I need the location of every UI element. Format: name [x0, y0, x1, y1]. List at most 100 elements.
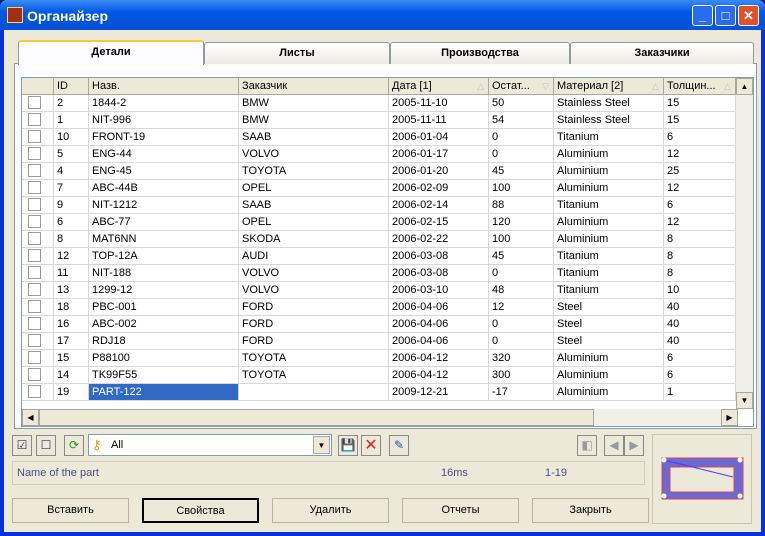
table-cell[interactable]: 40 — [664, 333, 736, 349]
vertical-scrollbar[interactable]: ▲ ▼ — [736, 78, 753, 409]
table-row[interactable]: 19 PART-122 2009-12-21 -17 Aluminium 1 — [22, 384, 736, 401]
table-cell[interactable]: BMW — [239, 95, 389, 111]
table-cell[interactable]: 8 — [664, 231, 736, 247]
table-cell[interactable]: Aluminium — [554, 163, 664, 179]
table-cell[interactable]: Aluminium — [554, 231, 664, 247]
row-checkbox[interactable] — [28, 317, 41, 330]
table-row[interactable]: 7 ABC-44B OPEL 2006-02-09 100 Aluminium 12 — [22, 180, 736, 197]
table-cell[interactable]: -17 — [489, 384, 554, 400]
reports-button[interactable]: Отчеты — [402, 498, 519, 523]
table-cell[interactable]: NIT-188 — [89, 265, 239, 281]
table-cell[interactable]: OPEL — [239, 180, 389, 196]
edit-icon[interactable]: ✎ — [389, 435, 409, 456]
prev-page-icon[interactable]: ◀ — [604, 435, 624, 456]
column-header[interactable]: Остат... ▽ — [489, 78, 554, 94]
table-cell[interactable]: Stainless Steel — [554, 112, 664, 128]
delete-icon[interactable]: ✕ — [361, 435, 381, 456]
table-cell[interactable]: ABC-002 — [89, 316, 239, 332]
table-cell[interactable]: 9 — [54, 197, 89, 213]
table-cell[interactable]: 2005-11-11 — [389, 112, 489, 128]
table-cell[interactable]: AUDI — [239, 248, 389, 264]
minimize-button[interactable]: _ — [692, 5, 713, 26]
next-page-icon[interactable]: ▶ — [624, 435, 644, 456]
table-cell[interactable]: 2006-01-20 — [389, 163, 489, 179]
column-header[interactable]: Заказчик — [239, 78, 389, 94]
table-cell[interactable]: FRONT-19 — [89, 129, 239, 145]
table-cell[interactable]: 7 — [54, 180, 89, 196]
row-checkbox[interactable] — [28, 351, 41, 364]
table-cell[interactable]: 54 — [489, 112, 554, 128]
table-cell[interactable]: 5 — [54, 146, 89, 162]
table-row[interactable]: 2 1844-2 BMW 2005-11-10 50 Stainless Steel 15 — [22, 95, 736, 112]
table-cell[interactable]: 2006-01-17 — [389, 146, 489, 162]
table-cell[interactable]: Steel — [554, 299, 664, 315]
table-cell[interactable]: Titanium — [554, 197, 664, 213]
table-cell[interactable]: 1844-2 — [89, 95, 239, 111]
table-row[interactable]: 6 ABC-77 OPEL 2006-02-15 120 Aluminium 12 — [22, 214, 736, 231]
tab-customers[interactable]: Заказчики — [570, 42, 754, 64]
row-checkbox[interactable] — [28, 266, 41, 279]
table-cell[interactable]: 12 — [54, 248, 89, 264]
table-cell[interactable]: FORD — [239, 299, 389, 315]
table-cell[interactable]: VOLVO — [239, 265, 389, 281]
table-row[interactable]: 8 MAT6NN SKODA 2006-02-22 100 Aluminium 8 — [22, 231, 736, 248]
row-checkbox[interactable] — [28, 215, 41, 228]
table-cell[interactable]: 17 — [54, 333, 89, 349]
table-cell[interactable]: 2006-03-08 — [389, 265, 489, 281]
table-cell[interactable]: 6 — [664, 367, 736, 383]
horizontal-scrollbar[interactable]: ◀ ▶ — [22, 409, 738, 426]
table-cell[interactable]: VOLVO — [239, 146, 389, 162]
table-cell[interactable]: 2006-02-22 — [389, 231, 489, 247]
row-checkbox[interactable] — [28, 198, 41, 211]
column-header[interactable]: Материал [2] △ — [554, 78, 664, 94]
table-cell[interactable]: NIT-996 — [89, 112, 239, 128]
table-row[interactable]: 13 1299-12 VOLVO 2006-03-10 48 Titanium 10 — [22, 282, 736, 299]
table-row[interactable]: 11 NIT-188 VOLVO 2006-03-08 0 Titanium 8 — [22, 265, 736, 282]
row-checkbox[interactable] — [28, 368, 41, 381]
table-cell[interactable]: 10 — [664, 282, 736, 298]
table-cell[interactable]: PART-122 — [89, 384, 239, 400]
table-row[interactable]: 5 ENG-44 VOLVO 2006-01-17 0 Aluminium 12 — [22, 146, 736, 163]
row-checkbox[interactable] — [28, 147, 41, 160]
table-cell[interactable]: Titanium — [554, 248, 664, 264]
table-row[interactable]: 14 TK99F55 TOYOTA 2006-04-12 300 Aluminium 6 — [22, 367, 736, 384]
chevron-down-icon[interactable]: ▼ — [313, 436, 330, 454]
table-cell[interactable]: 120 — [489, 214, 554, 230]
row-checkbox[interactable] — [28, 164, 41, 177]
check-all-icon[interactable]: ☑ — [12, 435, 32, 456]
table-row[interactable]: 15 P88100 TOYOTA 2006-04-12 320 Aluminium 6 — [22, 350, 736, 367]
properties-button[interactable]: Свойства — [142, 498, 259, 523]
scroll-thumb[interactable] — [39, 409, 594, 426]
table-cell[interactable]: Aluminium — [554, 367, 664, 383]
table-row[interactable]: 12 TOP-12A AUDI 2006-03-08 45 Titanium 8 — [22, 248, 736, 265]
table-row[interactable]: 4 ENG-45 TOYOTA 2006-01-20 45 Aluminium 25 — [22, 163, 736, 180]
table-cell[interactable]: SKODA — [239, 231, 389, 247]
table-cell[interactable]: Titanium — [554, 282, 664, 298]
table-cell[interactable]: Aluminium — [554, 146, 664, 162]
table-cell[interactable]: 6 — [54, 214, 89, 230]
save-icon[interactable]: 💾 — [338, 435, 358, 456]
table-cell[interactable]: MAT6NN — [89, 231, 239, 247]
table-cell[interactable]: Aluminium — [554, 180, 664, 196]
table-cell[interactable]: TOYOTA — [239, 367, 389, 383]
table-cell[interactable]: Stainless Steel — [554, 95, 664, 111]
table-cell[interactable]: Aluminium — [554, 384, 664, 400]
row-checkbox[interactable] — [28, 249, 41, 262]
table-cell[interactable]: 300 — [489, 367, 554, 383]
tab-productions[interactable]: Производства — [390, 42, 570, 64]
table-cell[interactable]: 0 — [489, 333, 554, 349]
table-cell[interactable]: 2005-11-10 — [389, 95, 489, 111]
table-cell[interactable]: 2006-03-10 — [389, 282, 489, 298]
table-cell[interactable]: TOP-12A — [89, 248, 239, 264]
table-cell[interactable]: 15 — [664, 95, 736, 111]
column-header[interactable]: Толщин... △ — [664, 78, 736, 94]
row-checkbox[interactable] — [28, 113, 41, 126]
table-cell[interactable]: 0 — [489, 129, 554, 145]
table-cell[interactable]: 40 — [664, 299, 736, 315]
table-cell[interactable]: 2009-12-21 — [389, 384, 489, 400]
table-cell[interactable]: 100 — [489, 180, 554, 196]
insert-button[interactable]: Вставить — [12, 498, 129, 523]
table-cell[interactable]: 18 — [54, 299, 89, 315]
table-cell[interactable]: 12 — [489, 299, 554, 315]
table-cell[interactable]: 50 — [489, 95, 554, 111]
